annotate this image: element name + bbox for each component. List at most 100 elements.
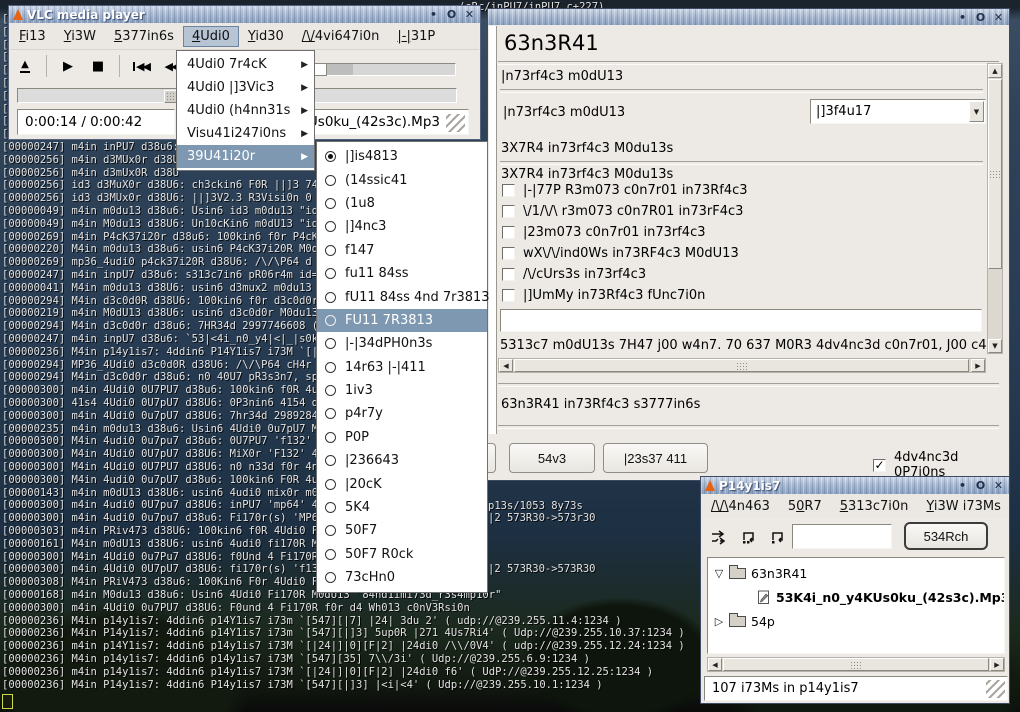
checkbox-icon[interactable]	[502, 226, 515, 239]
checkbox-checked-icon[interactable]: ✓	[873, 459, 886, 472]
menu-item-4udi0-h4nn31s[interactable]: 4Udi0 (h4nn31s▶	[177, 99, 314, 122]
play-icon[interactable]: ▶	[53, 53, 83, 79]
scroll-left-icon[interactable]: ◀	[499, 359, 513, 372]
close-icon[interactable]: ✕	[462, 8, 477, 22]
eq-preset-50f7-r0ck[interactable]: 50F7 R0ck	[317, 543, 487, 566]
terminal-cursor	[2, 694, 13, 709]
menu-yid30[interactable]: Yid30	[239, 26, 293, 47]
eq-preset-14r63-411[interactable]: 14r63 |-|411	[317, 356, 487, 379]
stop-icon[interactable]: ■	[83, 53, 113, 79]
checkbox-icon[interactable]	[502, 184, 515, 197]
extra-interface-checkbox-ummy-in73rf4c3-func7i0n[interactable]: |]UmMy in73Rf4c3 fUnc7i0n	[502, 288, 705, 303]
scroll-left-icon[interactable]: ◀	[708, 658, 722, 671]
extra-interface-checkbox-77p-r3m073-c0n7r01-in73rf4c3[interactable]: |-|77P R3m073 c0n7r01 in73Rf4c3	[502, 183, 748, 198]
scroll-right-icon[interactable]: ▶	[971, 359, 985, 372]
playlist-search-input[interactable]	[792, 524, 892, 549]
preferences-horizontal-scrollbar[interactable]: ◀ ▶	[498, 358, 986, 373]
eq-preset-73chn0[interactable]: 73cHn0	[317, 566, 487, 589]
eq-preset-236643[interactable]: |236643	[317, 449, 487, 472]
menu-fi13[interactable]: Fi13	[10, 26, 55, 47]
eq-preset-p0p[interactable]: P0P	[317, 426, 487, 449]
playlist-menu-5313c7i0n[interactable]: 5313c7i0n	[831, 496, 918, 517]
eq-preset-fu11-84ss[interactable]: fu11 84ss	[317, 262, 487, 285]
eq-preset-1iv3[interactable]: 1iv3	[317, 379, 487, 402]
playlist-menu-yi3w-i73ms[interactable]: Yi3W i73Ms	[917, 496, 1010, 517]
eq-preset-f147[interactable]: f147	[317, 239, 487, 262]
menu-4vi647i0n[interactable]: /\/4vi647i0n	[293, 26, 389, 47]
eq-preset-is4813[interactable]: |]is4813	[317, 145, 487, 168]
volume-slider[interactable]	[309, 63, 456, 76]
eq-preset-14ssic41[interactable]: (14ssic41	[317, 168, 487, 191]
menu-31p[interactable]: |-|31P	[388, 26, 444, 47]
main-titlebar[interactable]: VLC media player • O ✕	[9, 6, 480, 23]
scroll-up-icon[interactable]: ▲	[988, 64, 1002, 78]
save-button[interactable]: 54v3	[509, 443, 595, 473]
eq-preset-50f7[interactable]: 50F7	[317, 519, 487, 542]
menu-item-visu41i247i0ns[interactable]: Visu41i247i0ns▶	[177, 122, 314, 145]
horizontal-scrollbar-thumb[interactable]	[514, 359, 969, 372]
menu-4udi0[interactable]: 4Udi0	[183, 26, 239, 47]
eq-preset-1u8[interactable]: (1u8	[317, 192, 487, 215]
menu-item-4udi0-7r4ck[interactable]: 4Udi0 7r4cK▶	[177, 53, 314, 76]
extra-interface-checkbox-curs3s-in73rf4c3[interactable]: /\/cUrs3s in73rf4c3	[502, 267, 646, 282]
tree-expand-closed-icon[interactable]: ▷	[712, 615, 726, 628]
eject-icon[interactable]: ▲	[10, 53, 40, 79]
menu-item-39u41i20r[interactable]: 39U41i20r▶	[177, 145, 314, 168]
loop-icon[interactable]	[736, 525, 760, 549]
partially-hidden-button[interactable]	[488, 443, 496, 473]
playlist-tree-row-63n3r41[interactable]: ▽63n3R41	[712, 562, 807, 584]
preferences-titlebar[interactable]: • O ✕	[488, 9, 1009, 25]
chevron-down-icon[interactable]: ▼	[969, 101, 984, 122]
extra-interface-checkbox-23m073-c0n7r01-in73rf4c3[interactable]: |23m073 c0n7r01 in73rf4c3	[502, 225, 705, 240]
playlist-tree[interactable]: ▽63n3R4153K4i_n0_y4KUs0ku_(42s3c).Mp3▷54…	[707, 557, 1005, 654]
close-icon[interactable]: ✕	[991, 479, 1006, 493]
checkbox-icon[interactable]	[502, 205, 515, 218]
checkbox-icon[interactable]	[502, 268, 515, 281]
horizontal-scrollbar-thumb[interactable]	[723, 658, 989, 671]
playlist-tree-row-53k4i-n0-y4kus0ku-42s3c-mp3[interactable]: 53K4i_n0_y4KUs0ku_(42s3c).Mp3	[740, 586, 1005, 608]
interface-module-select[interactable]: |]3f4u17 ▼	[810, 99, 986, 124]
tree-expand-open-icon[interactable]: ▽	[712, 567, 726, 580]
eq-preset-5k4[interactable]: 5K4	[317, 496, 487, 519]
extra-interface-modules-input[interactable]	[500, 309, 982, 332]
playlist-tree-row-54p[interactable]: ▷54p	[712, 610, 775, 632]
menu-5377in6s[interactable]: 5377in6s	[105, 26, 183, 47]
maximize-icon[interactable]: O	[973, 479, 988, 493]
reset-all-button[interactable]: |23s37 411	[603, 443, 708, 473]
preferences-vertical-scrollbar[interactable]: ▲ ▼	[987, 63, 1003, 354]
playlist-menu-50r7[interactable]: 50R7	[779, 496, 831, 517]
eq-preset-p4r7y[interactable]: p4r7y	[317, 402, 487, 425]
minimize-icon[interactable]: •	[426, 8, 441, 22]
checkbox-icon[interactable]	[502, 289, 515, 302]
resize-grip[interactable]	[446, 114, 465, 132]
maximize-icon[interactable]: O	[444, 8, 459, 22]
menu-item-4udi0-3vic3[interactable]: 4Udi0 |]3Vic3▶	[177, 76, 314, 99]
playlist-menu-4n463[interactable]: /\/\4n463	[702, 496, 779, 517]
playlist-titlebar[interactable]: P14y1is7 • O ✕	[701, 477, 1009, 494]
close-icon[interactable]: ✕	[991, 11, 1006, 25]
maximize-icon[interactable]: O	[973, 11, 988, 25]
extra-interface-checkbox-wx-ind0ws-in73rf4c3-m0du13[interactable]: wX\/\/ind0Ws in73RF4c3 M0dU13	[502, 246, 739, 261]
eq-preset-label: 50F7	[345, 523, 481, 538]
minimize-icon[interactable]: •	[955, 479, 970, 493]
scroll-down-icon[interactable]: ▼	[988, 339, 1002, 353]
shuffle-icon[interactable]	[707, 525, 731, 549]
extra-interface-checkbox-1-r3m073-c0n7r01-in73rf4c3[interactable]: \/1/\/\ r3m073 c0n7R01 in73rF4c3	[502, 204, 743, 219]
repeat-one-icon[interactable]	[765, 525, 789, 549]
previous-icon[interactable]: ◀◀	[126, 53, 156, 79]
eq-preset-fu11-84ss-4nd-7r3813[interactable]: fU11 84ss 4nd 7r3813	[317, 285, 487, 308]
eq-preset-4nc3[interactable]: |]4nc3	[317, 215, 487, 238]
playlist-search-button[interactable]: 534Rch	[904, 522, 988, 550]
menu-yi3w[interactable]: Yi3W	[55, 26, 105, 47]
eq-preset-fu11-7r3813[interactable]: FU11 7R3813	[317, 309, 487, 332]
preferences-category-pane[interactable]	[489, 26, 497, 434]
eq-preset-20ck[interactable]: |20cK	[317, 472, 487, 495]
resize-grip[interactable]	[986, 680, 1005, 698]
scroll-right-icon[interactable]: ▶	[990, 658, 1004, 671]
eq-preset-34dph0n3s[interactable]: |-|34dPH0n3s	[317, 332, 487, 355]
minimize-icon[interactable]: •	[955, 11, 970, 25]
checkbox-icon[interactable]	[502, 247, 515, 260]
playlist-horizontal-scrollbar[interactable]: ◀ ▶	[707, 657, 1005, 672]
vertical-scrollbar-thumb[interactable]	[988, 79, 1002, 269]
playlist-toolbar: 534Rch	[702, 518, 1008, 555]
